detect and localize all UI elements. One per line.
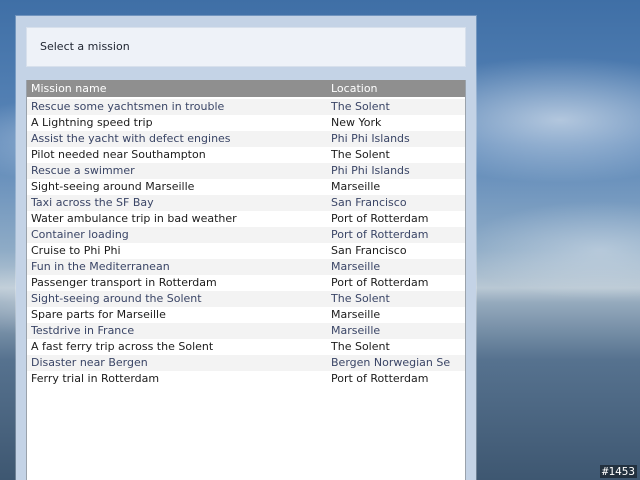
mission-name: A Lightning speed trip	[31, 117, 153, 129]
mission-name: Disaster near Bergen	[31, 357, 148, 369]
mission-location: The Solent	[331, 341, 390, 353]
mission-row[interactable]: A fast ferry trip across the Solent The S…	[27, 339, 465, 355]
mission-location: Bergen Norwegian Se	[331, 357, 451, 369]
mission-name: Cruise to Phi Phi	[31, 245, 121, 257]
column-header-mission-name[interactable]: Mission name	[31, 82, 106, 95]
mission-location: Port of Rotterdam	[331, 213, 429, 225]
column-header-location[interactable]: Location	[331, 82, 378, 95]
mission-name: Rescue a swimmer	[31, 165, 135, 177]
list-header: Mission name Location	[27, 80, 465, 97]
page-title: Select a mission	[40, 40, 130, 53]
mission-row[interactable]: Taxi across the SF Bay San Francisco	[27, 195, 465, 211]
mission-name: Assist the yacht with defect engines	[31, 133, 231, 145]
mission-row[interactable]: Testdrive in France Marseille	[27, 323, 465, 339]
mission-location: San Francisco	[331, 245, 407, 257]
mission-location: New York	[331, 117, 382, 129]
mission-location: Marseille	[331, 181, 381, 193]
mission-name: Spare parts for Marseille	[31, 309, 166, 321]
mission-row[interactable]: Rescue a swimmer Phi Phi Islands	[27, 163, 465, 179]
mission-row[interactable]: Rescue some yachtsmen in trouble The Sole…	[27, 99, 465, 115]
mission-list: Mission name Location Rescue some yachts…	[26, 80, 466, 480]
mission-row[interactable]: Cruise to Phi Phi San Francisco	[27, 243, 465, 259]
mission-row[interactable]: Pilot needed near Southampton The Solent	[27, 147, 465, 163]
frame-counter: #1453	[599, 465, 637, 478]
mission-location: Port of Rotterdam	[331, 229, 429, 241]
mission-name: Testdrive in France	[31, 325, 135, 337]
mission-row[interactable]: Assist the yacht with defect engines Phi …	[27, 131, 465, 147]
mission-location: San Francisco	[331, 197, 407, 209]
mission-location: Phi Phi Islands	[331, 165, 410, 177]
mission-name: Water ambulance trip in bad weather	[31, 213, 237, 225]
mission-name: Taxi across the SF Bay	[31, 197, 154, 209]
mission-name: Rescue some yachtsmen in trouble	[31, 101, 225, 113]
mission-location: The Solent	[331, 149, 390, 161]
mission-location: Marseille	[331, 325, 381, 337]
mission-row[interactable]: A Lightning speed trip New York	[27, 115, 465, 131]
mission-row[interactable]: Fun in the Mediterranean Marseille	[27, 259, 465, 275]
mission-row[interactable]: Spare parts for Marseille Marseille	[27, 307, 465, 323]
mission-location: Phi Phi Islands	[331, 133, 410, 145]
mission-name: Sight-seeing around the Solent	[31, 293, 202, 305]
mission-name: Passenger transport in Rotterdam	[31, 277, 217, 289]
panel-header: Select a mission	[26, 27, 466, 67]
mission-row[interactable]: Sight-seeing around the Solent The Solent	[27, 291, 465, 307]
mission-name: A fast ferry trip across the Solent	[31, 341, 214, 353]
mission-row[interactable]: Passenger transport in Rotterdam Port of …	[27, 275, 465, 291]
mission-rows: Rescue some yachtsmen in trouble The Sole…	[27, 99, 465, 387]
mission-location: The Solent	[331, 101, 390, 113]
mission-name: Ferry trial in Rotterdam	[31, 373, 160, 385]
mission-location: Marseille	[331, 309, 381, 321]
mission-row[interactable]: Container loading Port of Rotterdam	[27, 227, 465, 243]
mission-name: Container loading	[31, 229, 129, 241]
mission-location: Port of Rotterdam	[331, 373, 429, 385]
mission-row[interactable]: Ferry trial in Rotterdam Port of Rotterda…	[27, 371, 465, 387]
mission-name: Fun in the Mediterranean	[31, 261, 170, 273]
mission-row[interactable]: Disaster near Bergen Bergen Norwegian Se	[27, 355, 465, 371]
mission-row[interactable]: Water ambulance trip in bad weather Port …	[27, 211, 465, 227]
mission-location: Port of Rotterdam	[331, 277, 429, 289]
mission-location: The Solent	[331, 293, 390, 305]
mission-row[interactable]: Sight-seeing around Marseille Marseille	[27, 179, 465, 195]
mission-name: Sight-seeing around Marseille	[31, 181, 195, 193]
mission-name: Pilot needed near Southampton	[31, 149, 206, 161]
mission-location: Marseille	[331, 261, 381, 273]
